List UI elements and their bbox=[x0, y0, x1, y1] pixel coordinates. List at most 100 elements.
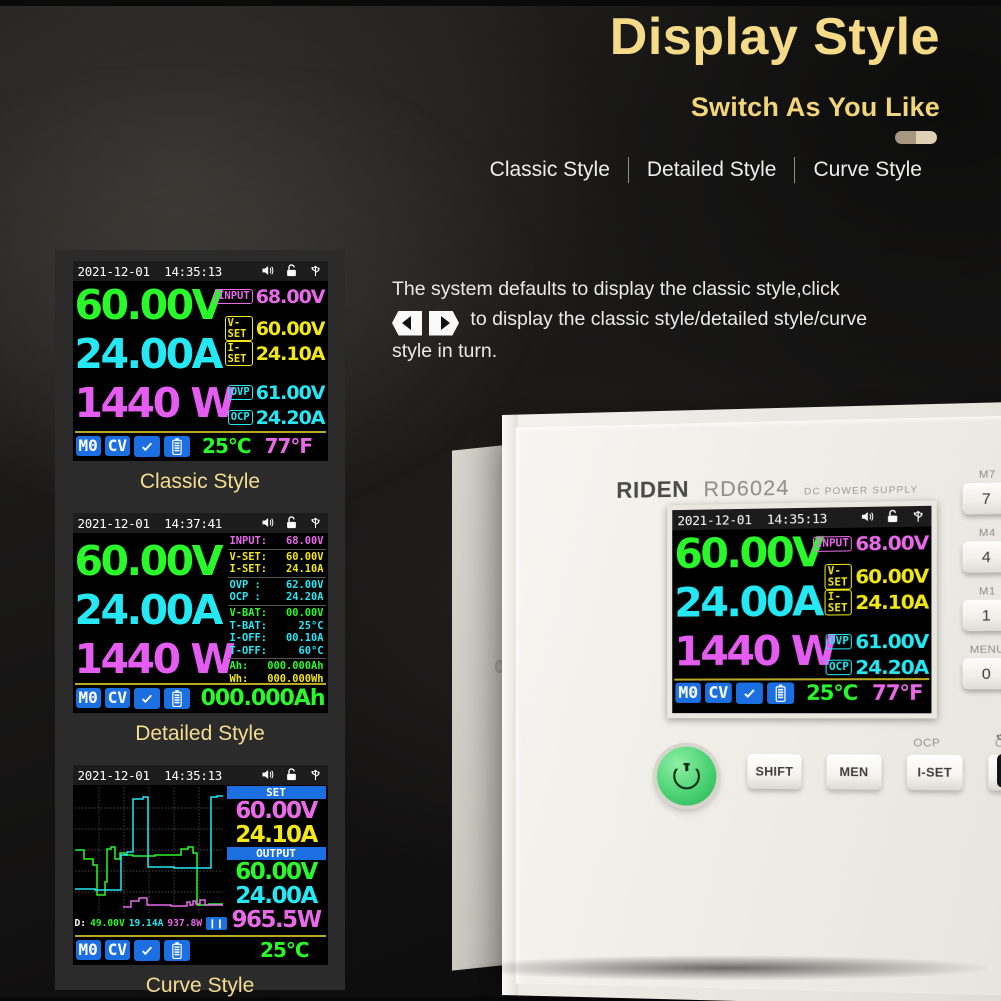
check-icon bbox=[134, 939, 161, 961]
output-current: 24.00A bbox=[235, 883, 318, 909]
unlock-icon bbox=[286, 516, 296, 529]
total-amphours: 000.000Ah bbox=[200, 685, 326, 711]
mode-badge: CV bbox=[705, 682, 732, 703]
classic-secondary-readouts: INPUT 68.00V V-SET 60.00V I-SET 24.10A O… bbox=[215, 284, 326, 430]
memory-badge: M0 bbox=[75, 688, 101, 708]
param-row: T-BAT: 25°C bbox=[229, 619, 324, 632]
brand-block: RIDEN RD6024 DC POWER SUPPLY bbox=[616, 472, 918, 504]
page-title: Display Style bbox=[609, 8, 940, 66]
device-row-vset: V-SET 60.00V bbox=[824, 563, 929, 590]
classic-row-input: INPUT 68.00V bbox=[215, 284, 326, 309]
classic-row-vset: V-SET 60.00V bbox=[224, 316, 325, 341]
classic-voltage: 60.00V bbox=[74, 281, 224, 329]
device-lcd-status: M0 CV 25°C 77°F bbox=[672, 680, 931, 705]
usb-port[interactable] bbox=[997, 754, 1001, 788]
detailed-primary-readouts: 60.00V 24.00A 1440 W bbox=[74, 537, 236, 684]
speaker-icon bbox=[861, 509, 875, 525]
faceplate-inner: RIDEN RD6024 DC POWER SUPPLY 2021-12-01 … bbox=[515, 415, 1001, 996]
memory-badge: M0 bbox=[75, 436, 101, 456]
ocp-shift-label: OCP bbox=[913, 737, 941, 750]
cursor-power: 937.8W bbox=[167, 917, 203, 929]
description-paragraph: The system defaults to display the class… bbox=[392, 274, 944, 366]
iset-value: 24.10A bbox=[855, 590, 929, 614]
men-button[interactable]: MEN bbox=[826, 754, 882, 790]
curve-plot-svg bbox=[74, 787, 223, 913]
output-voltage: 60.00V bbox=[235, 859, 318, 885]
temp-celsius: 25°C bbox=[806, 680, 858, 705]
param-row: INPUT: 68.00V bbox=[229, 535, 324, 547]
classic-current: 24.00A bbox=[74, 330, 224, 378]
classic-statusbar-top: 2021-12-01 14:35:13 bbox=[72, 261, 328, 281]
curve-main: D: 49.00V 19.14A 937.8W ❙❙ SET 60.00V 24… bbox=[73, 785, 328, 935]
device-shadow bbox=[455, 955, 995, 981]
input-value: 68.00V bbox=[255, 285, 326, 308]
param-row: Ah: 000.000Ah bbox=[229, 660, 324, 673]
check-icon bbox=[735, 681, 763, 704]
curve-plot[interactable] bbox=[74, 787, 223, 913]
lcd-icon-group bbox=[260, 767, 323, 782]
classic-style-block: 2021-12-01 14:35:13 60.00V 24.00A 1440 W bbox=[55, 261, 345, 502]
tab-curve-style[interactable]: Curve Style bbox=[795, 158, 940, 182]
next-arrow-icon[interactable] bbox=[429, 310, 459, 336]
device-row-iset: I-SET 24.10A bbox=[824, 589, 929, 616]
mode-badge: CV bbox=[104, 940, 131, 960]
function-button-row: SHIFT MEN OCP I-SET OVP V-SET bbox=[747, 737, 1001, 791]
tab-classic-style[interactable]: Classic Style bbox=[472, 158, 628, 182]
memory-badge: M0 bbox=[675, 682, 702, 703]
input-tag: INPUT bbox=[812, 536, 853, 552]
key-button-1[interactable]: 1 bbox=[962, 599, 1001, 632]
prev-arrow-icon[interactable] bbox=[392, 310, 422, 336]
classic-row-ovp: OVP 61.00V bbox=[225, 380, 325, 405]
detailed-datetime: 2021-12-01 14:37:41 bbox=[77, 515, 223, 531]
ocp-value: 24.20A bbox=[855, 655, 929, 679]
param-row: OCP :24.20A bbox=[229, 591, 324, 604]
classic-primary-readouts: 60.00V 24.00A 1440 W bbox=[74, 281, 236, 428]
model-name: RD6024 bbox=[703, 476, 790, 502]
device-faceplate: RIDEN RD6024 DC POWER SUPPLY 2021-12-01 … bbox=[502, 401, 1001, 1001]
iset-value: 24.10A bbox=[255, 342, 326, 365]
curve-screen: 2021-12-01 14:35:13 D: 49.00V 19.14A 937… bbox=[72, 765, 328, 965]
classic-power: 1440 W bbox=[74, 379, 236, 427]
memory-badge: M0 bbox=[75, 940, 101, 960]
curve-datetime: 2021-12-01 14:35:13 bbox=[77, 767, 223, 783]
unlock-icon bbox=[885, 508, 901, 523]
device-power: 1440 W bbox=[674, 627, 835, 676]
classic-statusbar-bottom: M0 CV 25°C 77°F bbox=[73, 433, 328, 459]
key-button-7[interactable]: 7 bbox=[962, 482, 1001, 515]
mode-badge: CV bbox=[104, 688, 131, 708]
device-current: 24.00A bbox=[674, 578, 822, 627]
curve-statusbar-bottom: M0 CV 25°C bbox=[73, 937, 328, 963]
param-row: I-OFF: 00.10A bbox=[229, 632, 324, 645]
iset-button[interactable]: I-SET bbox=[906, 754, 963, 791]
curve-cursor-readout: D: 49.00V 19.14A 937.8W ❙❙ bbox=[75, 915, 228, 931]
ovp-tag: OVP bbox=[227, 385, 253, 400]
lcd-icon-group bbox=[859, 508, 926, 525]
caption-detailed: Detailed Style bbox=[135, 722, 265, 745]
check-icon bbox=[134, 435, 161, 457]
lcd-icon-group bbox=[260, 263, 323, 278]
tab-detailed-style[interactable]: Detailed Style bbox=[629, 158, 795, 182]
unlock-icon bbox=[286, 768, 296, 781]
ocp-tag: OCP bbox=[227, 410, 253, 425]
power-button[interactable] bbox=[656, 746, 717, 806]
pause-icon[interactable]: ❙❙ bbox=[206, 916, 228, 930]
vset-value: 60.00V bbox=[855, 564, 929, 588]
key-button-0[interactable]: 0 bbox=[962, 657, 1001, 690]
style-screenshot-column: 2021-12-01 14:35:13 60.00V 24.00A 1440 W bbox=[55, 250, 345, 997]
device-lcd[interactable]: 2021-12-01 14:35:13 60.00V 24.00A 1440 W… bbox=[667, 500, 937, 719]
key-label-m4: M4 bbox=[979, 526, 996, 540]
description-line-2: to display the classic style/detailed st… bbox=[470, 308, 868, 330]
battery-icon bbox=[164, 435, 191, 457]
usb-icon bbox=[310, 265, 320, 277]
detailed-power: 1440 W bbox=[74, 635, 236, 683]
ocp-tag: OCP bbox=[825, 659, 853, 675]
top-letterbox bbox=[0, 0, 1001, 6]
key-button-4[interactable]: 4 bbox=[962, 541, 1001, 573]
param-row: OVP :62.00V bbox=[229, 578, 324, 591]
poster-canvas: Display Style Switch As You Like Classic… bbox=[0, 0, 1001, 1001]
check-icon bbox=[134, 687, 160, 709]
page-subtitle: Switch As You Like bbox=[690, 92, 940, 122]
shift-button[interactable]: SHIFT bbox=[747, 754, 802, 790]
key-label-menu: MENU bbox=[969, 643, 1001, 657]
detailed-style-block: 2021-12-01 14:37:41 60.00V 24.00A 1440 W bbox=[55, 513, 345, 754]
